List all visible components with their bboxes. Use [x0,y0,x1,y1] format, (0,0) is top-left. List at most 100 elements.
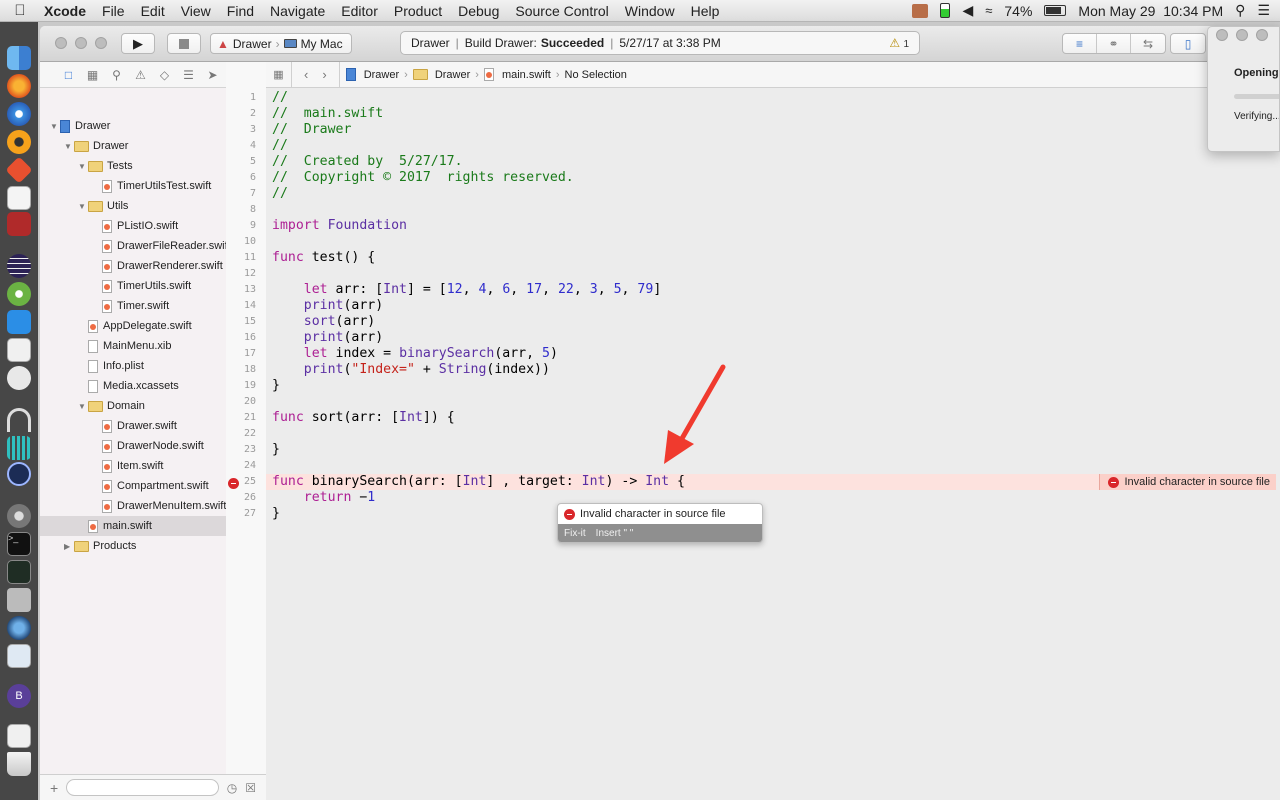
code-line[interactable]: // Drawer [272,122,351,138]
version-editor-icon[interactable]: ⇆ [1131,34,1165,53]
fixit-row[interactable]: Fix-it Insert " " [558,524,762,542]
battery-percent[interactable]: 74% [1004,3,1032,19]
bbedit-icon[interactable]: B [7,684,31,708]
issue-navigator-icon[interactable]: ⚠ [132,68,149,82]
code-line[interactable]: } [272,442,280,458]
dictionary-icon[interactable] [7,212,31,236]
finder-icon[interactable] [7,46,31,70]
firefox-icon[interactable] [7,74,31,98]
textedit-icon[interactable] [7,186,31,210]
code-line[interactable]: let index = binarySearch(arr, 5) [272,346,558,362]
app-indicator-icon[interactable] [912,3,929,18]
transmit-icon[interactable] [5,156,33,184]
network-globe-icon[interactable] [7,616,31,640]
dialog-minimize-button[interactable] [1236,29,1248,41]
menu-file[interactable]: File [94,3,133,19]
headphones-icon[interactable] [7,408,31,432]
preview-icon[interactable] [7,338,31,362]
menu-app-name[interactable]: Xcode [40,3,94,19]
debug-navigator-icon[interactable]: ☰ [180,68,197,82]
eclipse-icon[interactable] [7,254,31,278]
add-file-icon[interactable]: + [50,780,58,796]
volume-icon[interactable]: ◀ [962,2,973,19]
instruments-icon[interactable] [7,366,31,390]
activity-monitor-icon[interactable] [7,560,31,584]
trash-icon[interactable] [7,752,31,776]
disclosure-open-icon[interactable]: ▼ [78,162,88,171]
apple-menu-icon[interactable]:  [0,2,40,19]
breakpoint-navigator-icon[interactable]: ➤ [204,68,221,82]
code-line[interactable]: // [272,186,288,202]
stop-button[interactable] [167,33,201,54]
disclosure-open-icon[interactable]: ▼ [78,402,88,411]
code-line[interactable]: import Foundation [272,218,407,234]
project-navigator-icon[interactable]: □ [60,68,77,82]
night-mode-icon[interactable] [7,462,31,486]
code-line[interactable]: } [272,378,280,394]
code-line[interactable]: print(arr) [272,330,383,346]
menu-help[interactable]: Help [683,3,728,19]
run-button[interactable]: ▶ [121,33,155,54]
source-editor[interactable]: //// main.swift// Drawer//// Created by … [266,62,1240,774]
filter-modified-icon[interactable]: ☒ [245,781,256,795]
minimize-window-button[interactable] [75,37,87,49]
zoom-window-button[interactable] [95,37,107,49]
notification-center-icon[interactable]: ☰ [1257,2,1270,19]
xcode-icon[interactable] [7,310,31,334]
scheme-selector[interactable]: ▲ Drawer › My Mac [210,33,352,54]
memory-monitor-icon[interactable] [940,3,951,18]
code-line[interactable]: // Created by 5/27/17. [272,154,463,170]
code-line[interactable]: // main.swift [272,106,383,122]
menu-editor[interactable]: Editor [333,3,386,19]
code-line[interactable]: print("Index=" + String(index)) [272,362,550,378]
close-window-button[interactable] [55,37,67,49]
menu-find[interactable]: Find [219,3,262,19]
test-navigator-icon[interactable]: ◇ [156,68,173,82]
code-line[interactable]: func sort(arr: [Int]) { [272,410,455,426]
symbol-navigator-icon[interactable]: ▦ [84,68,101,82]
gutter-error-icon[interactable] [228,476,239,490]
terminal-icon[interactable]: >_ [7,532,31,556]
disclosure-open-icon[interactable]: ▼ [78,202,88,211]
menu-product[interactable]: Product [386,3,450,19]
clock[interactable]: Mon May 29 10:34 PM [1078,3,1223,19]
music-player-icon[interactable] [7,130,31,154]
dialog-zoom-button[interactable] [1256,29,1268,41]
display-icon[interactable] [7,644,31,668]
menu-window[interactable]: Window [617,3,683,19]
navigator-toggle-icon[interactable]: ▯ [1171,34,1205,53]
menu-source-control[interactable]: Source Control [507,3,616,19]
menu-view[interactable]: View [173,3,219,19]
popover-message-row[interactable]: Invalid character in source file [558,504,762,524]
code-line[interactable]: let arr: [Int] = [12, 4, 6, 17, 22, 3, 5… [272,282,662,298]
code-line[interactable]: return −1 [272,490,375,506]
line-number-gutter[interactable]: 1 2 3 4 5 6 7 8 9 10 11 12 13 14 15 16 17 18 19 20 21 22 23 24 2… [226,62,266,774]
find-navigator-icon[interactable]: ⚲ [108,68,125,82]
warning-indicator[interactable]: ⚠ 1 [889,36,909,50]
inline-error-badge[interactable]: Invalid character in source file [1099,474,1276,490]
code-line[interactable]: // [272,138,288,154]
dialog-close-button[interactable] [1216,29,1228,41]
code-line[interactable]: sort(arr) [272,314,375,330]
spotlight-search-icon[interactable]: ⚲ [1235,2,1245,19]
documents-stack-icon[interactable] [7,724,31,748]
disk-utility-icon[interactable] [7,588,31,612]
navigator-filter-field[interactable] [66,779,219,796]
menu-debug[interactable]: Debug [450,3,507,19]
code-line[interactable]: // Copyright © 2017 rights reserved. [272,170,574,186]
assistant-editor-icon[interactable]: ⚭ [1097,34,1131,53]
disclosure-open-icon[interactable]: ▼ [50,122,60,131]
menu-navigate[interactable]: Navigate [262,3,333,19]
disclosure-open-icon[interactable]: ▼ [64,142,74,151]
itunes-icon[interactable] [7,102,31,126]
system-preferences-icon[interactable] [7,504,31,528]
battery-icon[interactable] [1044,5,1067,16]
standard-editor-icon[interactable]: ≡ [1063,34,1097,53]
code-line[interactable]: print(arr) [272,298,383,314]
android-studio-icon[interactable] [7,282,31,306]
wifi-icon[interactable]: ≈ [985,3,992,18]
code-line[interactable]: func binarySearch(arr: [Int] , target: I… [272,474,685,490]
code-line[interactable]: } [272,506,280,522]
audio-meter-icon[interactable] [7,436,31,460]
recent-files-icon[interactable]: ◷ [227,781,237,795]
